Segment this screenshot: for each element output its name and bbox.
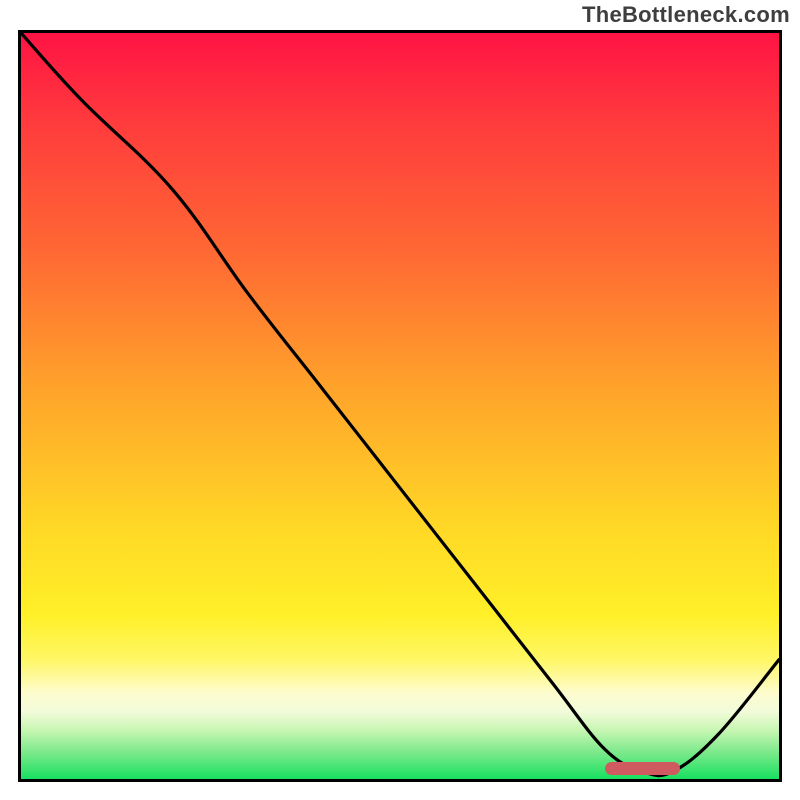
curve-layer [21,33,779,779]
optimal-range-marker [605,762,681,775]
bottleneck-curve [21,33,779,776]
watermark-text: TheBottleneck.com [582,2,790,28]
chart-stage: TheBottleneck.com [0,0,800,800]
plot-area [18,30,782,782]
